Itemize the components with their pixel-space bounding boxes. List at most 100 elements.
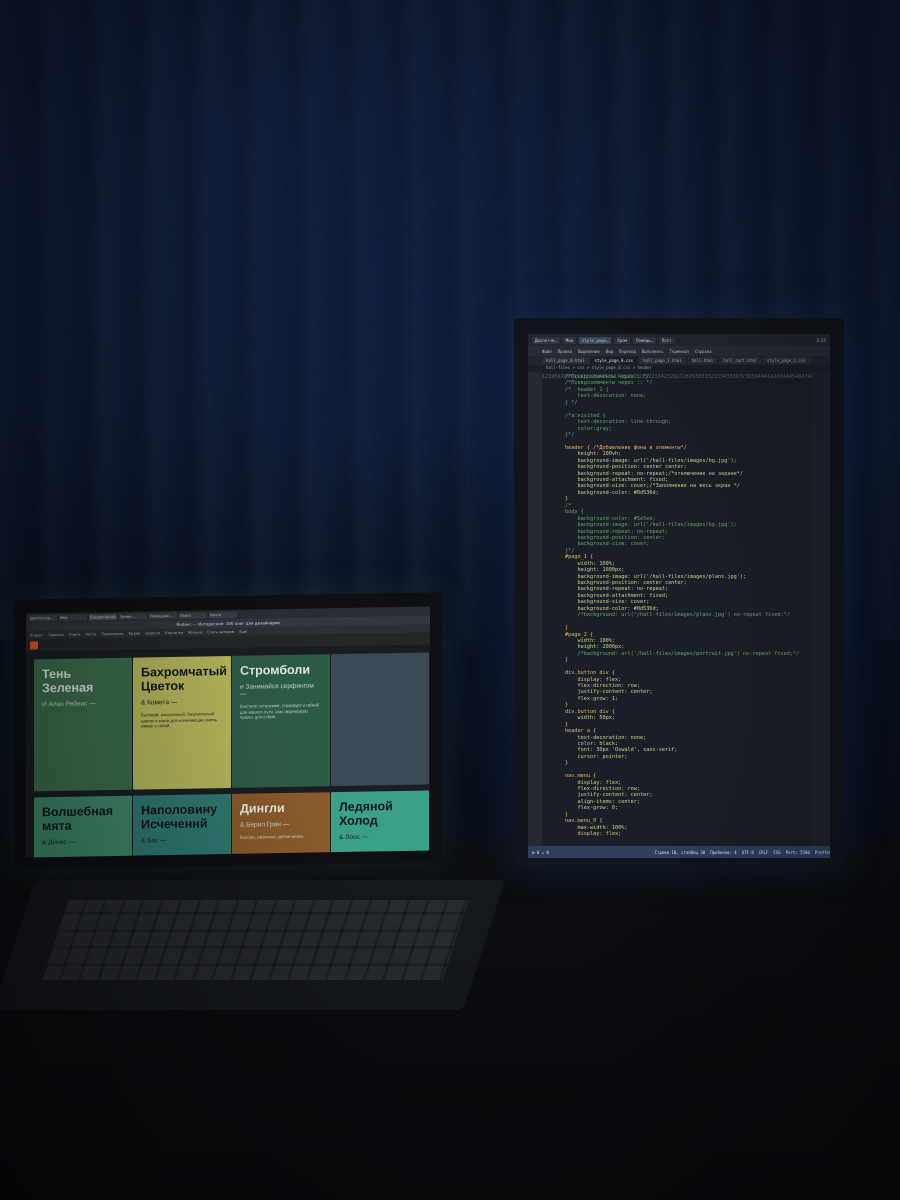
book-card[interactable]: Бахромчатый Цветок & Комета — Бытовой, изы… — [133, 655, 231, 790]
book-author: & Лоос — — [339, 833, 369, 842]
browser-tab[interactable]: Бахромчатый… — [89, 613, 117, 620]
page-title: Яндекс — Интересное: 100 книг для дизайн… — [176, 620, 280, 627]
monitor-screen: Диспетче… Мой style_page… Хром Помощь… Пост 3:… — [528, 334, 830, 858]
menu-item[interactable]: Правка — [558, 349, 572, 354]
status-bar: ⊗ 0 ⚠ 0 Строка 18, столбец 30 Пробелов: 4… — [528, 846, 830, 858]
status-item[interactable]: CRLF — [759, 850, 769, 855]
bookmark-item[interactable]: Еще — [239, 630, 247, 634]
book-description — [42, 851, 124, 852]
taskbar-item[interactable]: Помощь… — [633, 336, 656, 344]
book-description — [339, 846, 421, 847]
menu-item[interactable]: Переход — [619, 349, 636, 354]
line-numbers: 1234567891011121314151617181920212223242… — [542, 372, 830, 846]
book-author: & Берил Грин — — [240, 820, 290, 829]
editor-tabs: hall_page_0.html style_page_0.css hall_pag… — [528, 356, 830, 365]
book-description: Быстро, различно, делая жизнь. — [240, 833, 305, 840]
book-card[interactable]: Стромболи и Занимайся серфингом — Быстрое … — [232, 654, 330, 788]
book-author: & Денис — — [42, 838, 75, 847]
bookmark-item[interactable]: Музыка — [188, 630, 202, 634]
windows-taskbar: Диспетче… Мой style_page… Хром Помощь… Пост 3:… — [528, 334, 830, 346]
book-description — [339, 667, 421, 668]
book-card[interactable]: Волшебная мята & Денис — — [34, 795, 132, 858]
browser-tab[interactable]: Почта — [209, 611, 237, 618]
editor-tab[interactable]: hall_page_0.html — [542, 357, 589, 364]
book-author: и Занимайся серфингом — — [240, 682, 314, 698]
taskbar-item[interactable]: Хром — [614, 336, 631, 344]
bookmark-item[interactable]: Книги — [69, 633, 80, 637]
book-title: Стромболи — [240, 662, 311, 678]
book-author — [339, 667, 421, 668]
book-author: & Комета — — [141, 698, 178, 707]
browser-tab[interactable]: Диспетчер… — [29, 614, 57, 621]
problems-indicator[interactable]: ⊗ 0 ⚠ 0 — [532, 850, 549, 855]
menu-item[interactable]: Терминал — [670, 349, 689, 354]
photo-scene: Диспетче… Мой style_page… Хром Помощь… Пост 3:… — [0, 0, 900, 1200]
laptop-keyboard — [0, 880, 506, 1010]
code-editor: 1234567891011121314151617181920212223242… — [528, 372, 830, 846]
site-logo-icon[interactable] — [30, 641, 38, 650]
book-card[interactable] — [331, 652, 429, 787]
bookmark-item[interactable]: Сервисы — [48, 633, 64, 637]
bookmark-item[interactable]: Яндекс — [30, 633, 43, 637]
status-right: Строка 18, столбец 30 Пробелов: 4 UTF-8 CRL… — [655, 850, 830, 855]
book-description — [141, 849, 223, 850]
bookmark-item[interactable]: Картинки — [165, 631, 183, 635]
code-area[interactable]: /*Псевдоэлементы через : *//*Псевдоэлеме… — [565, 372, 812, 846]
bookmark-item[interactable]: Стать автором — [207, 630, 234, 634]
menu-item[interactable]: Выполнить — [642, 349, 664, 354]
browser-tab[interactable]: Хромо… — [119, 612, 147, 620]
editor-tab[interactable]: hall_page_1.html — [639, 357, 686, 364]
book-description: Бытовой, изысканный, бахромчатый цветок … — [141, 711, 218, 729]
menu-item[interactable]: Файл — [542, 349, 552, 354]
book-description: Быстрое остроумие, страсбург и гибкий дл… — [240, 702, 320, 720]
book-card[interactable]: Тень Зеленая И Алан Рейнис — — [34, 657, 132, 792]
book-title — [339, 661, 421, 662]
laptop-screen: Диспетчер… Мой Бахромчатый… Хромо… Помощник…… — [26, 606, 430, 858]
taskbar-item[interactable]: Мой — [562, 336, 576, 344]
activity-bar — [528, 372, 542, 846]
code-line: /*background: url('/hall-files/images/po… — [565, 650, 800, 657]
status-item[interactable]: Prettier — [815, 850, 830, 855]
menu-item[interactable]: Вид — [606, 349, 613, 354]
book-title: Дингли — [240, 801, 285, 816]
browser-tab[interactable]: Поиск — [179, 611, 207, 619]
book-card[interactable]: Ледяной Холод & Лоос — — [331, 790, 429, 858]
code-line: /*background: url('/hall-files/images/pl… — [565, 612, 790, 619]
editor-tab[interactable]: style_page_1.css — [763, 357, 810, 364]
editor-menubar: Файл Правка Выделение Вид Переход Выполнить Те… — [528, 346, 830, 356]
bookmark-item[interactable]: Видео — [129, 632, 140, 636]
bookmark-item[interactable]: Переводчик — [101, 632, 123, 636]
bookmark-item[interactable]: Почта — [85, 632, 96, 636]
status-item[interactable]: Пробелов: 4 — [710, 850, 737, 855]
laptop: Диспетчер… Мой Бахромчатый… Хромо… Помощник…… — [14, 592, 442, 870]
taskbar-item[interactable]: style_page… — [578, 336, 612, 344]
book-title: Наполовину Исчеченнй — [141, 802, 218, 832]
taskbar-clock: 3:25 — [816, 337, 826, 343]
editor-tab[interactable]: hall_cart.html — [719, 357, 761, 364]
editor-tab[interactable]: style_page_0.css — [590, 357, 638, 364]
status-item[interactable]: CSS — [773, 850, 780, 855]
book-card[interactable]: Наполовину Исчеченнй & Бас — — [133, 793, 231, 858]
taskbar-item[interactable]: Пост — [658, 336, 675, 344]
book-author: & Бас — — [141, 837, 167, 845]
book-title: Тень Зеленая — [42, 666, 94, 696]
book-title: Бахромчатый Цветок — [141, 664, 227, 694]
book-card-grid: Тень Зеленая И Алан Рейнис — Бахромчатый Ц… — [34, 652, 429, 858]
browser-tab[interactable]: Мой — [59, 613, 87, 621]
menu-item[interactable]: Справка — [695, 349, 712, 354]
menu-item[interactable]: Выделение — [578, 349, 600, 354]
book-title: Ледяной Холод — [339, 799, 393, 829]
editor-tab[interactable]: hall.html — [687, 357, 718, 364]
desktop-monitor: Диспетче… Мой style_page… Хром Помощь… Пост 3:… — [514, 318, 844, 866]
book-card[interactable]: Дингли & Берил Грин — Быстро, различно, де… — [232, 792, 330, 858]
bookmark-item[interactable]: Новости — [145, 631, 160, 635]
keyboard-keys — [42, 900, 469, 980]
status-item[interactable]: Port: 5500 — [786, 850, 810, 855]
status-item[interactable]: Строка 18, столбец 30 — [655, 850, 706, 855]
minimap[interactable] — [812, 372, 830, 846]
status-item[interactable]: UTF-8 — [742, 850, 754, 855]
book-title: Волшебная мята — [42, 804, 114, 834]
taskbar-item[interactable]: Диспетче… — [532, 336, 560, 344]
browser-tab[interactable]: Помощник… — [149, 612, 177, 619]
